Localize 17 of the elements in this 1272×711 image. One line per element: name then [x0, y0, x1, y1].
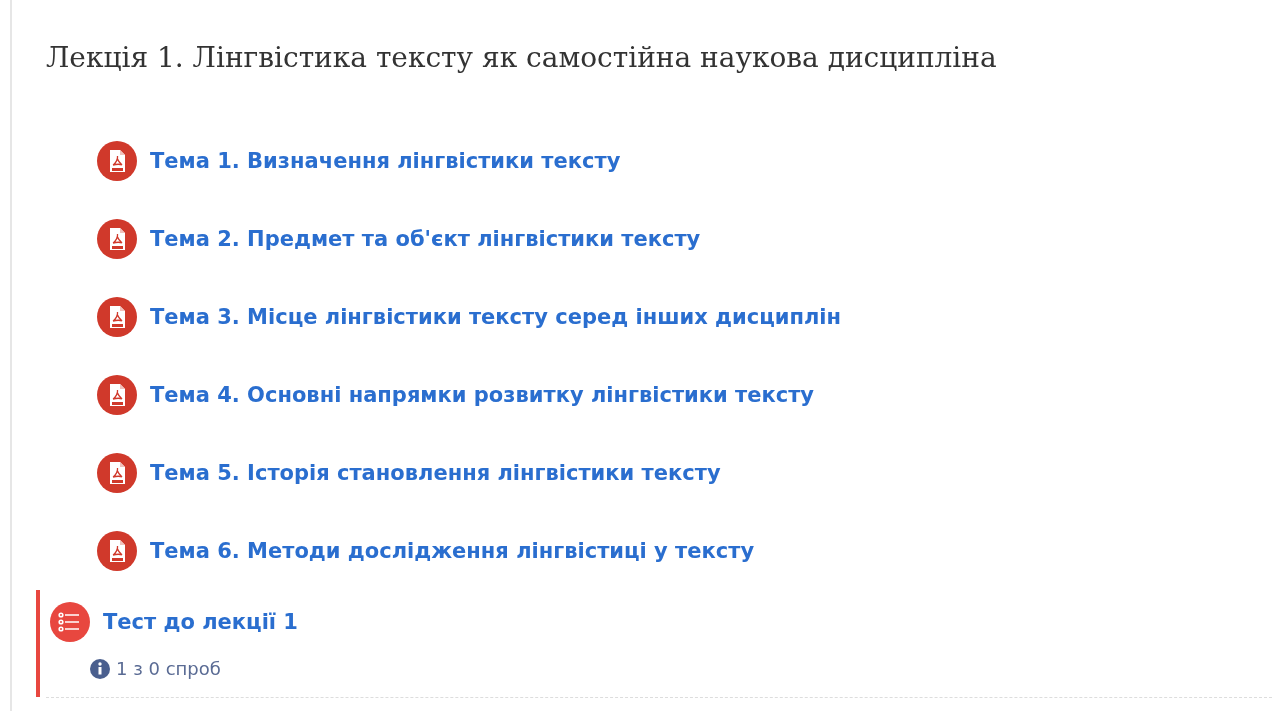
list-icon: [50, 602, 90, 642]
activity-link[interactable]: Тема 1. Визначення лінгвістики тексту: [150, 149, 621, 173]
pdf-file-icon: [97, 531, 137, 571]
activity-link[interactable]: Тест до лекції 1: [103, 610, 298, 634]
pdf-file-icon: [97, 453, 137, 493]
pdf-file-icon: [97, 219, 137, 259]
pdf-file-icon: [97, 375, 137, 415]
activity-link[interactable]: Тема 5. Історія становлення лінгвістики тексту: [150, 461, 721, 485]
pdf-file-icon: [97, 297, 137, 337]
activity-link[interactable]: Тема 2. Предмет та об'єкт лінгвістики тексту: [150, 227, 701, 251]
section-title: Лекція 1. Лінгвістика тексту як самостійна наукова дисципліна: [46, 40, 998, 76]
activity-link[interactable]: Тема 6. Методи дослідження лінгвістиці у тексту: [150, 539, 755, 563]
info-icon: [90, 658, 110, 679]
pdf-file-icon: [97, 141, 137, 181]
activity-link[interactable]: Тема 4. Основні напрямки розвитку лінгвістики тексту: [150, 383, 815, 407]
attempts-info: 1 з 0 спроб: [116, 658, 221, 679]
activity-link[interactable]: Тема 3. Місце лінгвістики тексту серед інших дисциплін: [150, 305, 842, 329]
